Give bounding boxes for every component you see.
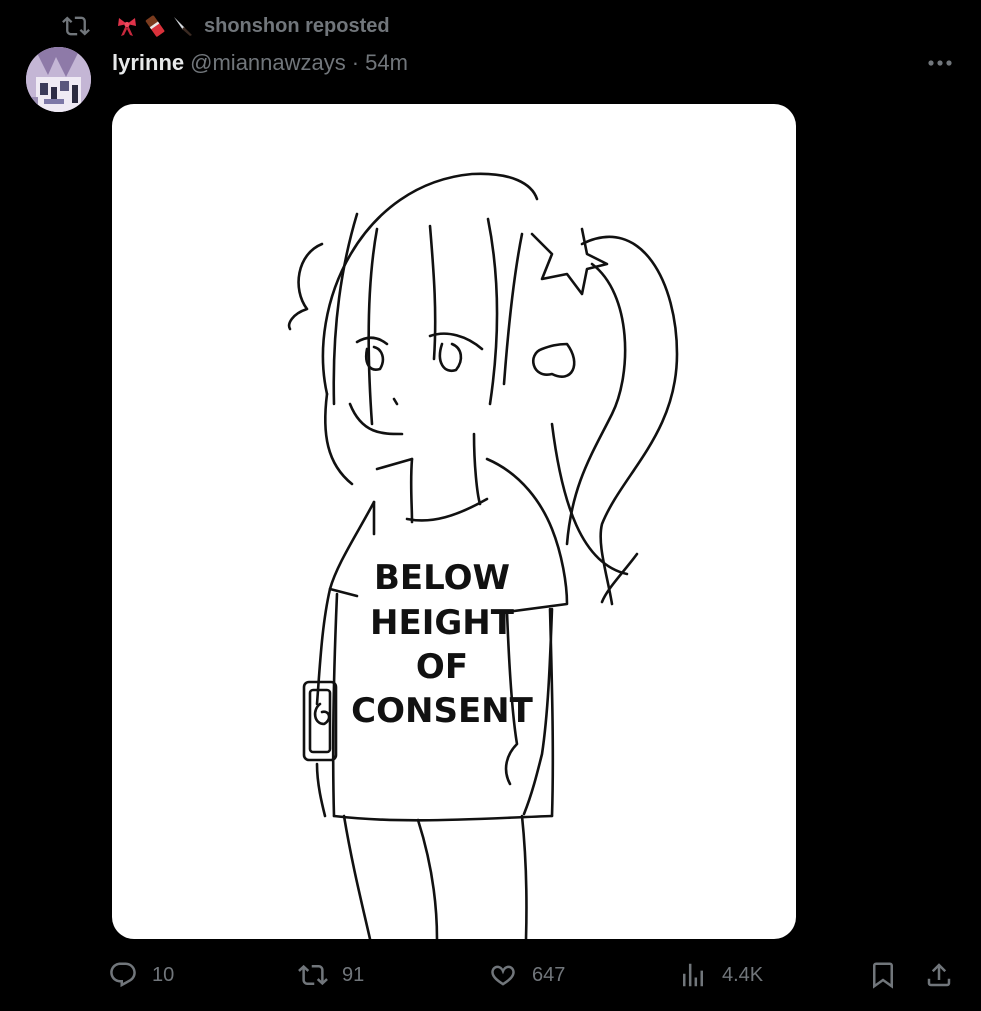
share-button[interactable]: [924, 955, 954, 995]
post-actions-bar: 10 91 647 4.4K: [108, 955, 958, 995]
like-button[interactable]: 647: [488, 955, 565, 995]
ribbon-emoji: [118, 18, 136, 36]
display-name[interactable]: lyrinne: [112, 50, 184, 76]
repost-icon: [62, 12, 90, 40]
post-timestamp[interactable]: 54m: [365, 50, 408, 76]
knife-emoji: [174, 17, 192, 36]
more-horizontal-icon: [928, 60, 952, 66]
repost-indicator: shonshon reposted: [62, 12, 390, 40]
chocolate-emoji: [145, 15, 165, 37]
line-drawing-illustration: BELOW HEIGHT OF CONSENT: [287, 172, 679, 939]
shirt-text-line-4: CONSENT: [351, 691, 533, 731]
shirt-text-line-3: OF: [416, 647, 468, 687]
avatar[interactable]: [26, 47, 91, 112]
views-icon: [683, 963, 703, 987]
bookmark-icon: [873, 962, 893, 989]
views-button[interactable]: 4.4K: [678, 955, 763, 995]
share-icon: [927, 963, 951, 987]
views-count: 4.4K: [722, 963, 764, 986]
shirt-text-line-2: HEIGHT: [370, 603, 515, 643]
heart-icon: [491, 965, 515, 986]
shirt-text-line-1: BELOW: [374, 558, 510, 598]
repost-button[interactable]: 91: [298, 955, 364, 995]
more-options-button[interactable]: [927, 52, 953, 74]
like-count: 647: [532, 963, 566, 986]
post-header: lyrinne @miannawzays · 54m: [112, 48, 408, 78]
post-image[interactable]: BELOW HEIGHT OF CONSENT: [112, 104, 796, 939]
user-handle[interactable]: @miannawzays: [190, 50, 346, 76]
reply-button[interactable]: 10: [108, 955, 174, 995]
repost-by-label[interactable]: shonshon reposted: [204, 15, 390, 38]
repost-icon: [298, 964, 328, 986]
separator-dot: ·: [351, 50, 360, 75]
bookmark-button[interactable]: [868, 955, 898, 995]
reply-icon: [110, 962, 136, 988]
reply-count: 10: [152, 963, 175, 986]
repost-count: 91: [342, 963, 365, 986]
